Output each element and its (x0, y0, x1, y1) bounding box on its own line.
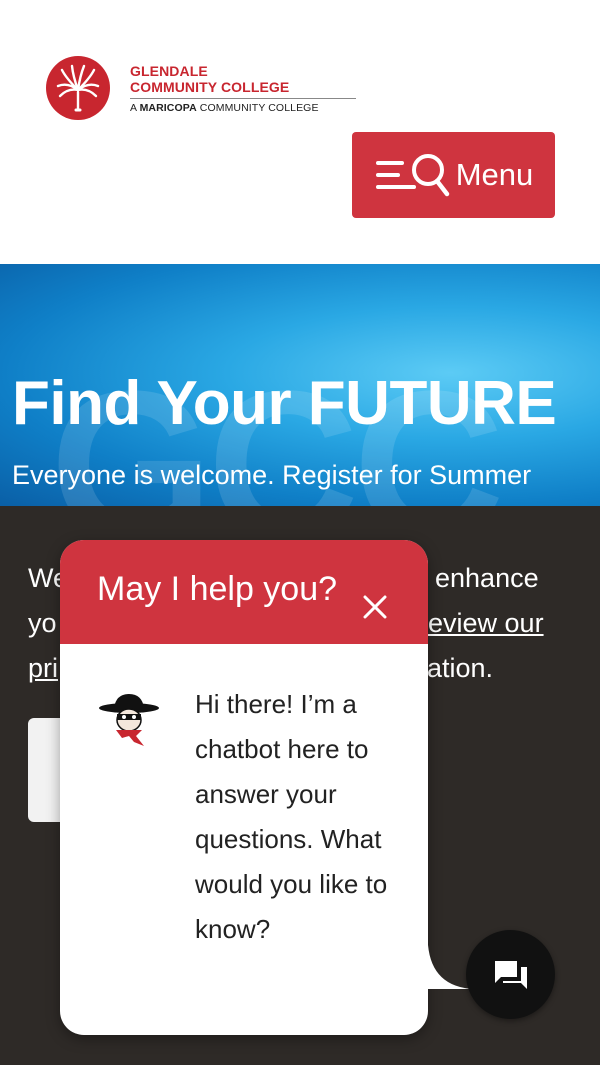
logo-line3: A MARICOPA COMMUNITY COLLEGE (130, 97, 356, 114)
privacy-link[interactable]: eview our (428, 601, 544, 646)
logo-line2: COMMUNITY COLLEGE (130, 78, 290, 95)
logo-line3-bold: MARICOPA (139, 101, 197, 114)
chat-launcher-button[interactable] (466, 930, 555, 1019)
chat-message: Hi there! I’m a chatbot here to answer y… (195, 689, 388, 944)
close-icon[interactable] (360, 592, 390, 622)
search-icon (411, 154, 449, 197)
menu-button[interactable]: Menu (352, 132, 555, 218)
logo-line1: GLENDALE (130, 62, 208, 79)
chat-header: May I help you? (60, 540, 428, 644)
college-logo[interactable]: GLENDALE COMMUNITY COLLEGE A MARICOPA CO… (46, 56, 356, 120)
cookie-text-part: ation. (427, 653, 494, 683)
cookie-text-part: yo (28, 608, 57, 638)
chat-bubbles-icon (494, 960, 527, 989)
chat-title: May I help you? (97, 570, 338, 608)
privacy-link-start[interactable]: pri (28, 646, 58, 691)
hero-title: Find Your FUTURE (12, 369, 557, 438)
hero-subtitle[interactable]: Everyone is welcome. Register for Summer (12, 460, 531, 491)
cookie-text-part: enhance (435, 563, 539, 593)
palm-tree-icon (46, 56, 110, 120)
hero-banner: GCC Find Your FUTURE Everyone is welcome… (0, 264, 600, 506)
site-header: GLENDALE COMMUNITY COLLEGE A MARICOPA CO… (0, 0, 600, 264)
chat-window: May I help you? Hi there! I’m a chatbot … (60, 540, 428, 1035)
menu-label: Menu (455, 157, 534, 192)
gaucho-mascot-icon (99, 694, 159, 746)
logo-line3-suffix: COMMUNITY COLLEGE (199, 101, 319, 114)
logo-wordmark: GLENDALE COMMUNITY COLLEGE A MARICOPA CO… (130, 63, 356, 114)
logo-line3-prefix: A (130, 101, 137, 114)
